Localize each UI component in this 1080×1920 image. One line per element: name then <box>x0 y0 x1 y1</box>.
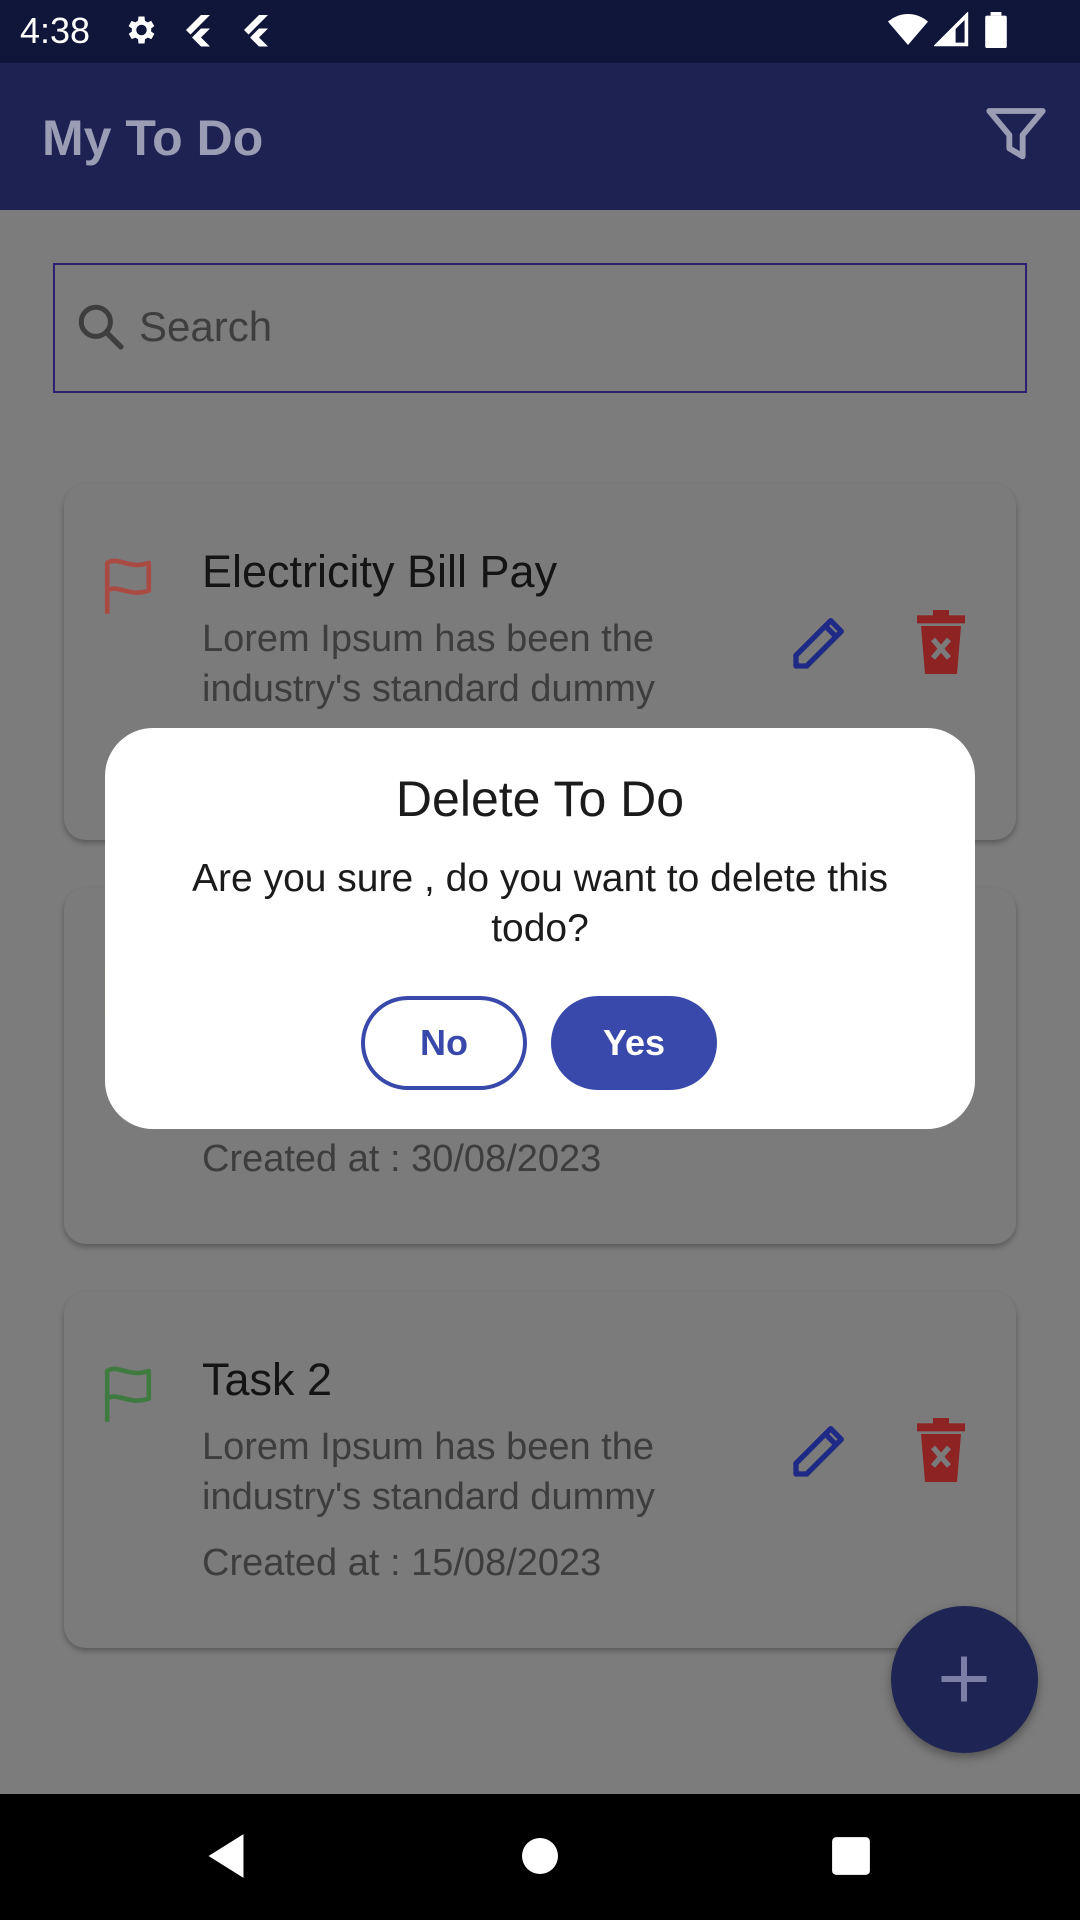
pencil-icon <box>793 618 844 669</box>
signal-icon <box>933 11 970 53</box>
filter-button[interactable] <box>984 103 1048 167</box>
todo-title: Electricity Bill Pay <box>202 546 558 597</box>
delete-button[interactable] <box>916 1418 966 1482</box>
trash-icon <box>917 610 965 674</box>
add-todo-button[interactable] <box>891 1606 1038 1753</box>
todo-created-date: Created at : 30/08/2023 <box>202 1138 602 1180</box>
search-icon <box>75 301 125 351</box>
delete-button[interactable] <box>916 610 966 674</box>
flag-icon <box>100 1364 156 1424</box>
gear-icon <box>122 12 158 53</box>
home-icon[interactable] <box>520 1832 560 1885</box>
plus-icon <box>941 1656 987 1702</box>
app-bar: My To Do <box>0 63 1080 210</box>
pencil-icon <box>793 1426 844 1477</box>
wifi-icon <box>888 12 928 53</box>
filter-icon <box>986 108 1046 160</box>
yes-button[interactable]: Yes <box>551 996 717 1090</box>
todo-card[interactable]: Task 2 Lorem Ipsum has been the industry… <box>64 1292 1016 1648</box>
search-box[interactable] <box>53 263 1027 393</box>
todo-title: Task 2 <box>202 1354 333 1405</box>
back-icon[interactable] <box>204 1832 248 1885</box>
flutter-icon <box>180 12 216 53</box>
no-button[interactable]: No <box>361 996 527 1090</box>
battery-icon <box>984 12 1008 53</box>
navigation-bar <box>0 1794 1080 1920</box>
delete-confirm-dialog: Delete To Do Are you sure , do you want … <box>105 728 975 1129</box>
flutter-icon <box>238 12 274 53</box>
recents-icon[interactable] <box>830 1832 872 1885</box>
edit-button[interactable] <box>788 1418 852 1482</box>
edit-button[interactable] <box>788 610 852 674</box>
todo-description: Lorem Ipsum has been the industry's stan… <box>202 1426 655 1518</box>
dialog-title: Delete To Do <box>395 771 685 827</box>
dialog-message: Are you sure , do you want to delete thi… <box>192 857 888 950</box>
todo-created-date: Created at : 15/08/2023 <box>202 1542 602 1584</box>
todo-description: Lorem Ipsum has been the industry's stan… <box>202 618 655 710</box>
search-input[interactable] <box>139 295 999 359</box>
status-time: 4:38 <box>20 10 91 51</box>
status-bar: 4:38 <box>0 0 1080 63</box>
app-title: My To Do <box>42 110 264 166</box>
flag-icon <box>100 556 156 616</box>
trash-icon <box>917 1418 965 1482</box>
